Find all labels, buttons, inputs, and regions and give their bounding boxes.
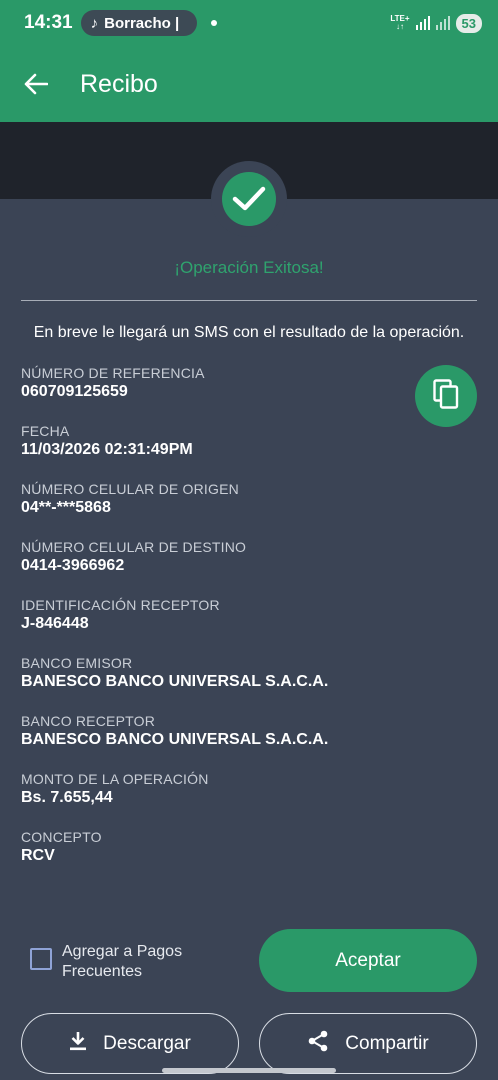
field-origin-phone: NÚMERO CELULAR DE ORIGEN 04**-***5868: [21, 480, 401, 538]
field-label: NÚMERO CELULAR DE DESTINO: [21, 539, 247, 555]
download-icon: [69, 1031, 87, 1057]
share-icon: [307, 1030, 329, 1058]
copy-button[interactable]: [415, 365, 477, 427]
status-bar: 14:31 ♪ Borracho | LTE+ ↓↑ 53: [0, 0, 498, 46]
field-receiving-bank: BANCO RECEPTOR BANESCO BANCO UNIVERSAL S…: [21, 712, 401, 770]
download-button[interactable]: Descargar: [21, 1013, 239, 1074]
field-amount: MONTO DE LA OPERACIÓN Bs. 7.655,44: [21, 770, 401, 828]
field-label: CONCEPTO: [21, 829, 102, 845]
app-bar: Recibo: [0, 46, 498, 122]
receipt-fields: NÚMERO DE REFERENCIA 060709125659 FECHA …: [21, 364, 401, 886]
field-value: 060709125659: [21, 383, 128, 400]
divider: [21, 300, 477, 301]
field-value: BANESCO BANCO UNIVERSAL S.A.C.A.: [21, 673, 329, 690]
music-note-icon: ♪: [90, 14, 99, 32]
field-label: BANCO EMISOR: [21, 655, 133, 671]
notification-dot-icon: [210, 20, 217, 26]
signal-2-icon: [435, 16, 450, 30]
frequent-payment-option[interactable]: Agregar a Pagos Frecuentes: [30, 942, 202, 982]
field-label: MONTO DE LA OPERACIÓN: [21, 771, 209, 787]
signal-icon: [415, 16, 430, 30]
media-text: Borracho |: [104, 14, 180, 32]
field-value: 11/03/2026 02:31:49PM: [21, 441, 193, 458]
field-date: FECHA 11/03/2026 02:31:49PM: [21, 422, 401, 480]
share-label: Compartir: [345, 1032, 429, 1054]
success-message: ¡Operación Exitosa!: [174, 258, 324, 277]
field-label: NÚMERO CELULAR DE ORIGEN: [21, 481, 239, 497]
field-concept: CONCEPTO RCV: [21, 828, 401, 886]
network-type: LTE+ ↓↑: [390, 14, 410, 31]
field-reference: NÚMERO DE REFERENCIA 060709125659: [21, 364, 401, 422]
field-value: J-846448: [21, 615, 89, 632]
field-value: BANESCO BANCO UNIVERSAL S.A.C.A.: [21, 731, 329, 748]
battery-badge: 53: [455, 13, 482, 33]
status-icons: LTE+ ↓↑ 53: [390, 13, 482, 33]
field-destination-phone: NÚMERO CELULAR DE DESTINO 0414-3966962: [21, 538, 401, 596]
share-button[interactable]: Compartir: [259, 1013, 477, 1074]
field-label: BANCO RECEPTOR: [21, 713, 156, 729]
accept-button[interactable]: Aceptar: [259, 929, 477, 992]
field-label: NÚMERO DE REFERENCIA: [21, 365, 205, 381]
field-value: Bs. 7.655,44: [21, 789, 113, 806]
frequent-payment-label: Agregar a Pagos Frecuentes: [62, 943, 183, 980]
field-issuing-bank: BANCO EMISOR BANESCO BANCO UNIVERSAL S.A…: [21, 654, 401, 712]
gesture-nav-handle[interactable]: [162, 1068, 336, 1073]
field-label: FECHA: [21, 423, 70, 439]
frequent-payment-checkbox[interactable]: [30, 948, 52, 970]
sms-message: En breve le llegará un SMS con el result…: [33, 324, 465, 341]
field-receiver-id: IDENTIFICACIÓN RECEPTOR J-846448: [21, 596, 401, 654]
copy-icon: [433, 378, 459, 414]
field-label: IDENTIFICACIÓN RECEPTOR: [21, 597, 220, 613]
download-label: Descargar: [103, 1032, 191, 1054]
success-check-icon: [222, 172, 276, 226]
media-chip[interactable]: ♪ Borracho |: [80, 10, 197, 36]
arrow-left-icon[interactable]: [22, 70, 50, 98]
field-value: 0414-3966962: [21, 557, 125, 574]
field-value: 04**-***5868: [21, 499, 111, 516]
page-title: Recibo: [80, 69, 158, 98]
status-time: 14:31: [24, 12, 73, 33]
field-value: RCV: [21, 847, 55, 864]
